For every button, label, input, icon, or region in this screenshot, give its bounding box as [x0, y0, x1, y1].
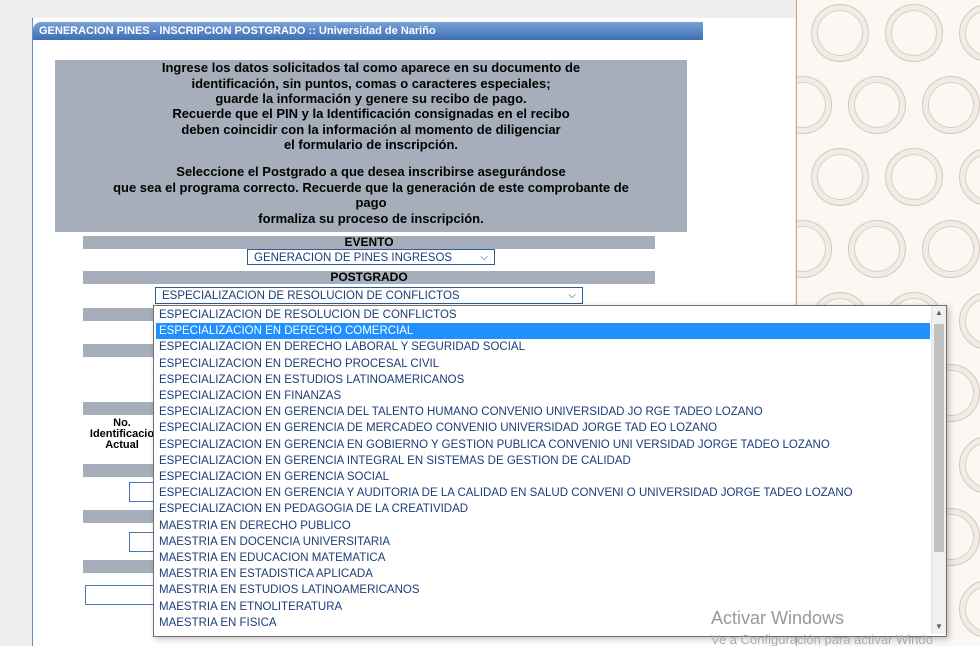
seal-emblem-icon	[797, 76, 832, 134]
name-input[interactable]	[85, 585, 161, 605]
seal-emblem-icon	[959, 4, 980, 62]
instruction-line: identificación, sin puntos, comas o cara…	[191, 75, 551, 91]
seal-emblem-icon	[811, 148, 869, 206]
dropdown-scrollbar[interactable]: ▲ ▼	[931, 306, 946, 634]
instruction-line: guarde la información y genere su recibo…	[215, 91, 527, 106]
postgrado-dropdown-list[interactable]: ▲ ▼ ESPECIALIZACION DE RESOLUCION DE CON…	[153, 305, 947, 637]
seal-emblem-icon	[959, 292, 980, 350]
seal-emblem-icon	[922, 76, 980, 134]
instruction-line: formaliza su proceso de inscripción.	[258, 210, 484, 226]
dropdown-option[interactable]: MAESTRIA EN ESTADISTICA APLICADA	[156, 566, 930, 582]
dropdown-option[interactable]: ESPECIALIZACION DE RESOLUCION DE CONFLIC…	[156, 307, 930, 323]
screen: GENERACION PINES - INSCRIPCION POSTGRADO…	[0, 0, 980, 646]
dropdown-option[interactable]: ESPECIALIZACION EN GERENCIA DE MERCADEO …	[156, 420, 930, 436]
dropdown-option[interactable]: ESPECIALIZACION EN DERECHO LABORAL Y SEG…	[156, 339, 930, 355]
activate-windows-watermark: Activar Windows	[711, 608, 845, 628]
instructions-block-3: Seleccione el Postgrado a que desea insc…	[55, 164, 687, 232]
dropdown-option[interactable]: ESPECIALIZACION EN GERENCIA Y AUDITORIA …	[156, 485, 930, 501]
dropdown-option[interactable]: MAESTRIA EN DOCENCIA UNIVERSITARIA	[156, 534, 930, 550]
dropdown-option[interactable]: ESPECIALIZACION EN DERECHO PROCESAL CIVI…	[156, 356, 930, 372]
seal-emblem-icon	[959, 436, 980, 494]
seal-emblem-icon	[885, 148, 943, 206]
instructions-block-2: Recuerde que el PIN y la Identificación …	[55, 106, 687, 164]
dropdown-option[interactable]: ESPECIALIZACION EN GERENCIA DEL TALENTO …	[156, 404, 930, 420]
dropdown-option[interactable]: MAESTRIA EN DERECHO PUBLICO	[156, 518, 930, 534]
postgrado-select[interactable]: ESPECIALIZACION DE RESOLUCION DE CONFLIC…	[155, 287, 583, 304]
seal-emblem-icon	[959, 580, 980, 638]
identification-label-line: Actual	[105, 439, 139, 451]
instruction-line: Ingrese los datos solicitados tal como a…	[161, 60, 581, 75]
seal-emblem-icon	[848, 220, 906, 278]
instruction-line: Recuerde que el PIN y la Identificación …	[172, 106, 570, 121]
seal-emblem-icon	[922, 220, 980, 278]
evento-label: EVENTO	[83, 236, 655, 249]
seal-emblem-icon	[811, 4, 869, 62]
activate-windows-hint: Ve a Configuración para activar Windo	[711, 632, 933, 646]
evento-select-value: GENERACION DE PINES INGRESOS	[254, 252, 453, 264]
scrollbar-thumb[interactable]	[934, 324, 944, 552]
dropdown-option[interactable]: ESPECIALIZACION EN GERENCIA SOCIAL	[156, 469, 930, 485]
instruction-line: deben coincidir con la información al mo…	[181, 121, 561, 137]
postgrado-label: POSTGRADO	[83, 271, 655, 284]
seal-emblem-icon	[885, 4, 943, 62]
instruction-line: pago	[355, 195, 387, 210]
dropdown-option[interactable]: ESPECIALIZACION EN DERECHO COMERCIAL	[156, 323, 930, 340]
postgrado-select-value: ESPECIALIZACION DE RESOLUCION DE CONFLIC…	[162, 290, 460, 302]
seal-emblem-icon	[848, 76, 906, 134]
dropdown-option[interactable]: ESPECIALIZACION EN GERENCIA INTEGRAL EN …	[156, 453, 930, 469]
instruction-line: que sea el programa correcto. Recuerde q…	[113, 179, 629, 195]
window-title: GENERACION PINES - INSCRIPCION POSTGRADO…	[33, 22, 703, 40]
seal-emblem-icon	[959, 148, 980, 206]
dropdown-option[interactable]: ESPECIALIZACION EN PEDAGOGIA DE LA CREAT…	[156, 501, 930, 517]
instructions-block-1: Ingrese los datos solicitados tal como a…	[55, 60, 687, 106]
dropdown-option[interactable]: MAESTRIA EN ESTUDIOS LATINOAMERICANOS	[156, 582, 930, 598]
instruction-line: Seleccione el Postgrado a que desea insc…	[176, 164, 566, 179]
scroll-up-arrow-icon[interactable]: ▲	[932, 306, 946, 320]
dropdown-option[interactable]: MAESTRIA EN EDUCACION MATEMATICA	[156, 550, 930, 566]
dropdown-option[interactable]: ESPECIALIZACION EN GERENCIA EN GOBIERNO …	[156, 437, 930, 453]
chevron-down-icon: ⌵	[568, 290, 576, 301]
dropdown-option[interactable]: ESPECIALIZACION EN ESTUDIOS LATINOAMERIC…	[156, 372, 930, 388]
identification-label: No. Identificacio Actual	[87, 418, 157, 451]
instruction-line: el formulario de inscripción.	[283, 137, 459, 152]
seal-emblem-icon	[797, 220, 832, 278]
chevron-down-icon: ⌵	[480, 252, 488, 263]
scroll-down-arrow-icon[interactable]: ▼	[932, 620, 946, 634]
dropdown-option[interactable]: ESPECIALIZACION EN FINANZAS	[156, 388, 930, 404]
evento-select[interactable]: GENERACION DE PINES INGRESOS ⌵	[247, 249, 495, 265]
